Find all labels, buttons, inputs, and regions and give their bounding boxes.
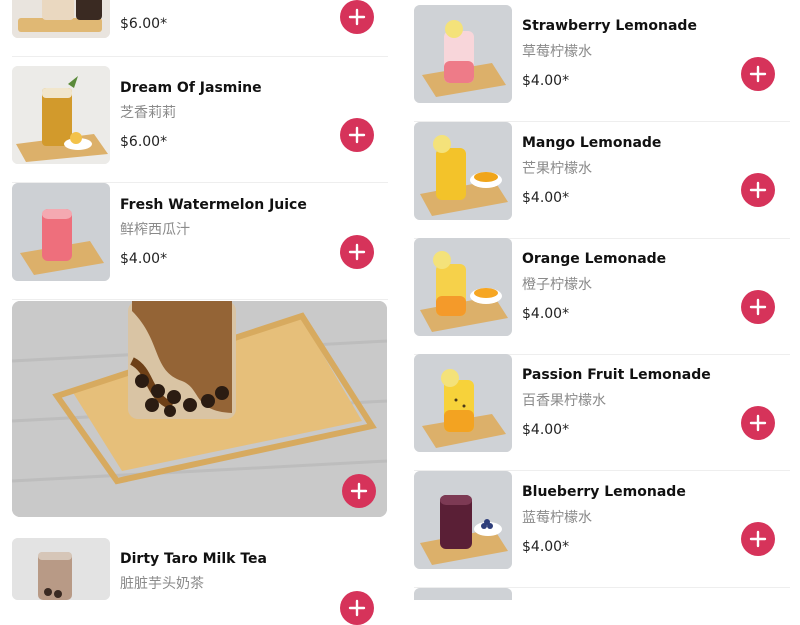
item-chinese-name: 橙子柠檬水: [522, 277, 592, 293]
menu-item[interactable]: Blueberry Lemonade 蓝莓柠檬水 $4.00*: [414, 471, 790, 588]
add-to-cart-button[interactable]: [342, 474, 376, 508]
jasmine-tea-photo-icon[interactable]: [12, 66, 110, 164]
blueberry-lemonade-photo-icon[interactable]: [414, 471, 512, 569]
add-to-cart-button[interactable]: [340, 0, 374, 34]
item-name: Fresh Watermelon Juice: [120, 197, 307, 213]
plus-icon: [749, 298, 767, 316]
add-to-cart-button[interactable]: [340, 591, 374, 625]
item-price: $4.00*: [522, 422, 570, 438]
item-price: $4.00*: [522, 73, 570, 89]
featured-item-card[interactable]: [12, 301, 387, 517]
item-chinese-name: 蓝莓柠檬水: [522, 510, 592, 526]
add-to-cart-button[interactable]: [741, 522, 775, 556]
brown-sugar-boba-photo-icon: [12, 301, 387, 517]
item-name: Passion Fruit Lemonade: [522, 367, 711, 383]
menu-item[interactable]: Orange Lemonade 橙子柠檬水 $4.00*: [414, 238, 790, 355]
item-price: $4.00*: [522, 190, 570, 206]
item-name: Dream Of Jasmine: [120, 80, 262, 96]
item-name: Orange Lemonade: [522, 251, 667, 267]
plus-icon: [348, 8, 366, 26]
item-price: $6.00*: [120, 16, 168, 32]
plus-icon: [348, 599, 366, 617]
item-price: $6.00*: [120, 134, 168, 150]
menu-item[interactable]: $6.00*: [12, 0, 388, 57]
item-chinese-name: 草莓柠檬水: [522, 44, 592, 60]
item-price: $4.00*: [120, 251, 168, 267]
taro-milk-tea-photo-icon[interactable]: [12, 538, 110, 600]
drink-photo-icon[interactable]: [12, 0, 110, 38]
menu-item[interactable]: Strawberry Lemonade 草莓柠檬水 $4.00*: [414, 5, 790, 122]
item-chinese-name: 百香果柠檬水: [522, 393, 606, 409]
watermelon-juice-photo-icon[interactable]: [12, 183, 110, 281]
mango-lemonade-photo-icon[interactable]: [414, 122, 512, 220]
item-chinese-name: 芒果柠檬水: [522, 161, 592, 177]
plus-icon: [749, 65, 767, 83]
orange-lemonade-photo-icon[interactable]: [414, 238, 512, 336]
item-chinese-name: 芝香莉莉: [120, 105, 176, 121]
menu-item[interactable]: Fresh Watermelon Juice 鲜榨西瓜汁 $4.00*: [12, 183, 388, 300]
add-to-cart-button[interactable]: [340, 235, 374, 269]
menu-item[interactable]: Mango Lemonade 芒果柠檬水 $4.00*: [414, 122, 790, 239]
item-chinese-name: 脏脏芋头奶茶: [120, 576, 204, 592]
passion-fruit-lemonade-photo-icon[interactable]: [414, 354, 512, 452]
add-to-cart-button[interactable]: [741, 290, 775, 324]
plus-icon: [749, 181, 767, 199]
drink-photo-icon[interactable]: [414, 588, 512, 600]
add-to-cart-button[interactable]: [340, 118, 374, 152]
strawberry-lemonade-photo-icon[interactable]: [414, 5, 512, 103]
menu-item[interactable]: Dream Of Jasmine 芝香莉莉 $6.00*: [12, 66, 388, 183]
menu-item[interactable]: Passion Fruit Lemonade 百香果柠檬水 $4.00*: [414, 354, 790, 471]
item-name: Strawberry Lemonade: [522, 18, 697, 34]
plus-icon: [348, 126, 366, 144]
plus-icon: [749, 530, 767, 548]
item-price: $4.00*: [522, 539, 570, 555]
plus-icon: [749, 414, 767, 432]
menu-item[interactable]: Dirty Taro Milk Tea 脏脏芋头奶茶: [12, 538, 388, 625]
add-to-cart-button[interactable]: [741, 173, 775, 207]
item-name: Mango Lemonade: [522, 135, 662, 151]
item-price: $4.00*: [522, 306, 570, 322]
item-chinese-name: 鲜榨西瓜汁: [120, 222, 190, 238]
add-to-cart-button[interactable]: [741, 406, 775, 440]
item-name: Blueberry Lemonade: [522, 484, 686, 500]
add-to-cart-button[interactable]: [741, 57, 775, 91]
plus-icon: [348, 243, 366, 261]
plus-icon: [350, 482, 368, 500]
item-name: Dirty Taro Milk Tea: [120, 551, 267, 567]
